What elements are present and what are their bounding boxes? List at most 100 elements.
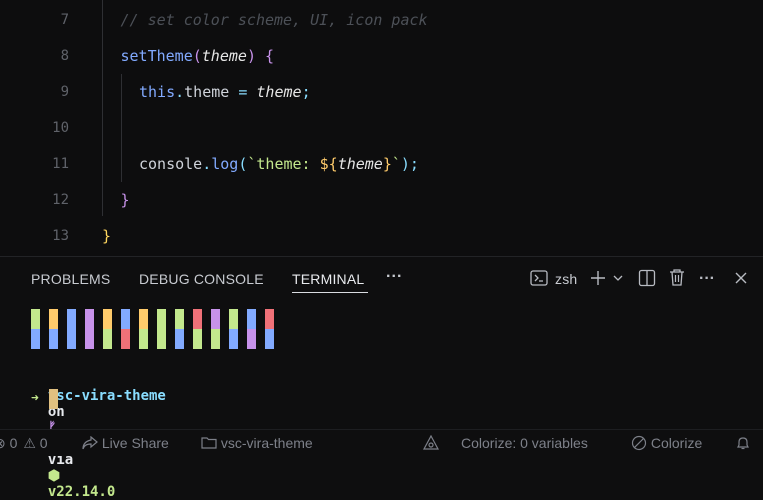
- colorize-variables-status[interactable]: Colorize: 0 variables: [461, 435, 588, 451]
- palette-swatch: [229, 329, 238, 349]
- code-token: this: [139, 83, 176, 101]
- palette-swatch: [193, 309, 202, 329]
- palette-swatch: [121, 309, 130, 329]
- palette-swatch: [175, 329, 184, 349]
- code-line[interactable]: 11 console.log(`theme: ${theme}`);: [0, 146, 763, 182]
- code-token: ;: [301, 83, 311, 101]
- live-share-button[interactable]: Live Share: [82, 435, 169, 451]
- palette-swatch: [157, 329, 166, 349]
- chevron-down-icon[interactable]: [612, 271, 624, 289]
- code-token: }: [102, 227, 112, 245]
- code-line[interactable]: 12}: [0, 182, 763, 218]
- active-tab-indicator: [292, 292, 368, 293]
- code-line[interactable]: 7 // set color scheme, UI, icon pack: [0, 2, 763, 38]
- code-text: this.theme = theme;: [139, 74, 311, 110]
- palette-swatch: [139, 329, 148, 349]
- line-number: 7: [60, 12, 69, 28]
- line-number: 8: [60, 48, 69, 64]
- palette-swatch: [67, 329, 76, 349]
- code-token: }: [120, 191, 130, 209]
- code-token: }: [382, 155, 392, 173]
- code-line[interactable]: 10: [0, 110, 763, 146]
- palette-swatch: [211, 309, 220, 329]
- code-token: `: [391, 155, 401, 173]
- palette-swatch: [247, 329, 256, 349]
- more-tabs-button[interactable]: ···: [386, 268, 403, 286]
- tab-debug-console[interactable]: DEBUG CONSOLE: [139, 271, 264, 287]
- code-token: {: [265, 47, 275, 65]
- palette-swatch: [265, 309, 274, 329]
- code-token: log: [211, 155, 239, 173]
- code-token: theme: [256, 83, 302, 101]
- warning-count: 0: [39, 435, 48, 451]
- code-line[interactable]: 8 setTheme(theme) {: [0, 38, 763, 74]
- close-icon[interactable]: [733, 270, 749, 291]
- workspace-folder[interactable]: vsc-vira-theme: [201, 435, 313, 451]
- palette-swatch: [31, 329, 40, 349]
- code-text: // set color scheme, UI, icon pack: [121, 2, 428, 38]
- notifications-bell-icon[interactable]: [735, 435, 751, 454]
- error-icon: ⊗: [0, 435, 6, 451]
- more-icon[interactable]: ···: [699, 270, 715, 288]
- trash-icon[interactable]: [668, 268, 686, 292]
- palette-swatch: [265, 329, 274, 349]
- palette-swatch: [49, 329, 58, 349]
- code-editor[interactable]: 7 // set color scheme, UI, icon pack 8 setT…: [0, 0, 763, 256]
- settings-sync-icon[interactable]: [422, 434, 440, 454]
- folder-icon: [201, 435, 221, 451]
- problems-status[interactable]: ⊗ 0 ⚠ 0: [0, 435, 48, 452]
- code-token: `theme:: [247, 155, 320, 173]
- folder-label: vsc-vira-theme: [220, 435, 313, 451]
- status-bar: ⊗ 0 ⚠ 0 Live Share vsc-vira-theme Colori…: [0, 429, 763, 456]
- palette-swatch: [49, 309, 58, 329]
- code-line[interactable]: 9 this.theme = theme;: [0, 74, 763, 110]
- palette-swatch: [193, 329, 202, 349]
- code-text: console.log(`theme: ${theme}`);: [139, 146, 419, 182]
- palette-swatch: [121, 329, 130, 349]
- palette-swatch: [229, 309, 238, 329]
- palette-swatch: [247, 309, 256, 329]
- palette-swatch: [139, 309, 148, 329]
- line-number: 10: [52, 120, 69, 136]
- code-token: ${: [319, 155, 338, 173]
- node-icon: ⬢: [47, 468, 61, 484]
- disabled-icon: [631, 435, 651, 451]
- code-token: ): [246, 47, 265, 65]
- tab-problems[interactable]: PROBLEMS: [31, 271, 110, 287]
- code-token: (: [192, 47, 202, 65]
- palette-swatch: [175, 309, 184, 329]
- share-icon: [82, 435, 102, 451]
- code-token: theme: [201, 47, 247, 65]
- shell-label[interactable]: zsh: [555, 271, 577, 287]
- palette-swatch: [211, 329, 220, 349]
- prompt-directory: vsc-vira-theme: [47, 388, 166, 404]
- line-number: 9: [60, 84, 69, 100]
- palette-swatch: [103, 329, 112, 349]
- code-text: }: [121, 182, 130, 218]
- node-version: v22.14.0: [47, 484, 116, 500]
- colorize-button[interactable]: Colorize: [631, 435, 702, 451]
- code-text: }: [102, 218, 111, 254]
- terminal-cursor: [49, 389, 58, 409]
- warning-icon: ⚠: [23, 435, 36, 451]
- code-token: .: [175, 83, 185, 101]
- code-token: =: [238, 83, 257, 101]
- palette-swatch: [85, 309, 94, 329]
- terminal-icon[interactable]: [530, 270, 548, 291]
- code-token: );: [400, 155, 419, 173]
- code-text: setTheme(theme) {: [121, 38, 275, 74]
- split-icon[interactable]: [638, 269, 656, 292]
- colorize-label: Colorize: [650, 435, 703, 451]
- palette-swatch: [103, 309, 112, 329]
- code-token: theme: [184, 83, 239, 101]
- tab-terminal[interactable]: TERMINAL: [292, 271, 364, 287]
- palette-swatch: [157, 309, 166, 329]
- line-number: 12: [52, 192, 69, 208]
- palette-swatch: [31, 309, 40, 329]
- code-token: .: [202, 155, 212, 173]
- palette-swatch: [85, 329, 94, 349]
- plus-icon[interactable]: [589, 269, 607, 292]
- code-token: // set color scheme, UI, icon pack: [120, 11, 428, 29]
- code-token: theme: [337, 155, 383, 173]
- code-line[interactable]: 13}: [0, 218, 763, 254]
